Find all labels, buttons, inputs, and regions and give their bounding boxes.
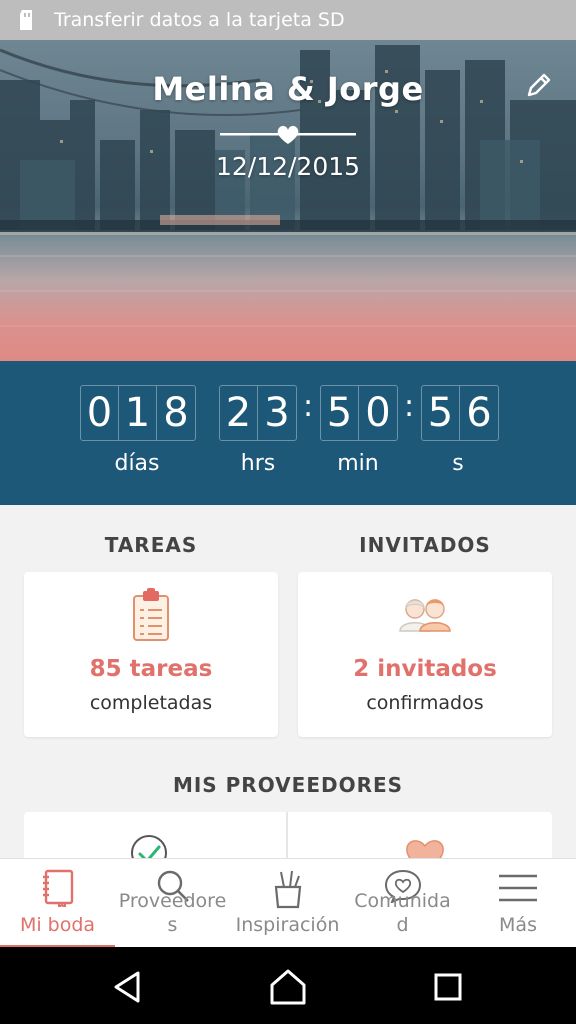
countdown-separator: : xyxy=(404,389,415,424)
nav-item-inspiracion[interactable]: Inspiración xyxy=(230,859,345,948)
wedding-countdown: 0 1 8 2 3 : 5 0 : 5 6 días hrs min s xyxy=(0,361,576,505)
providers-section-title: MIS PROVEEDORES xyxy=(172,773,404,797)
home-icon[interactable] xyxy=(268,967,308,1007)
notebook-icon xyxy=(42,869,73,907)
couple-avatars-icon xyxy=(399,599,451,632)
nav-label: Inspiración xyxy=(235,914,340,936)
countdown-digit: 6 xyxy=(466,390,492,436)
hamburger-menu-icon xyxy=(499,874,537,902)
nav-item-mas[interactable]: Más xyxy=(460,859,576,948)
countdown-separator: : xyxy=(303,389,314,424)
tasks-count: 85 tareas xyxy=(89,656,213,682)
clipboard-checklist-icon xyxy=(133,588,169,641)
countdown-digit: 5 xyxy=(422,386,460,440)
countdown-seconds: 5 6 xyxy=(421,385,499,441)
guests-card[interactable]: 2 invitados confirmados xyxy=(298,572,552,737)
heart-divider-icon xyxy=(220,125,356,144)
couple-names: Melina & Jorge xyxy=(152,70,424,108)
countdown-digit: 0 xyxy=(81,386,119,440)
countdown-hours: 2 3 xyxy=(219,385,297,441)
status-notification-text: Transferir datos a la tarjeta SD xyxy=(54,9,345,31)
countdown-digit: 1 xyxy=(119,386,157,440)
edit-pencil-icon[interactable] xyxy=(524,70,554,100)
countdown-digit: 8 xyxy=(163,390,189,436)
nav-item-mi-boda[interactable]: Mi boda xyxy=(0,859,115,948)
pencil-cup-icon xyxy=(274,870,301,909)
countdown-digit: 3 xyxy=(264,390,290,436)
countdown-minutes-label: min xyxy=(337,451,379,476)
nav-item-comunidad[interactable]: Comunida d xyxy=(345,859,460,948)
countdown-seconds-label: s xyxy=(452,451,464,476)
countdown-days: 0 1 8 xyxy=(80,385,196,441)
sd-card-icon xyxy=(20,10,32,30)
recent-apps-icon[interactable] xyxy=(428,967,468,1007)
countdown-digit: 2 xyxy=(220,386,258,440)
guests-section-title: INVITADOS xyxy=(359,533,491,557)
tasks-card[interactable]: 85 tareas completadas xyxy=(24,572,278,737)
tasks-caption: completadas xyxy=(89,692,213,714)
nav-item-proveedores[interactable]: Proveedore s xyxy=(115,859,230,948)
system-navigation-bar xyxy=(0,947,576,1024)
tasks-section-title: TAREAS xyxy=(104,533,198,557)
back-icon[interactable] xyxy=(108,967,148,1007)
bottom-navigation: Mi boda Proveedore s Inspiración Comunid… xyxy=(0,858,576,948)
wedding-hero-banner: Melina & Jorge 12/12/2015 xyxy=(0,40,576,361)
countdown-days-label: días xyxy=(114,451,160,476)
status-bar: Transferir datos a la tarjeta SD xyxy=(0,0,576,40)
nav-label: Comunida d xyxy=(354,890,451,936)
guests-caption: confirmados xyxy=(366,692,484,714)
countdown-digit: 0 xyxy=(365,390,391,436)
nav-label: Proveedore s xyxy=(118,890,227,936)
countdown-minutes: 5 0 xyxy=(320,385,398,441)
wedding-date: 12/12/2015 xyxy=(215,152,361,181)
nav-label: Más xyxy=(499,914,537,936)
countdown-digit: 5 xyxy=(321,386,359,440)
nav-label: Mi boda xyxy=(19,914,96,936)
countdown-hours-label: hrs xyxy=(240,451,276,476)
guests-count: 2 invitados xyxy=(353,656,497,682)
